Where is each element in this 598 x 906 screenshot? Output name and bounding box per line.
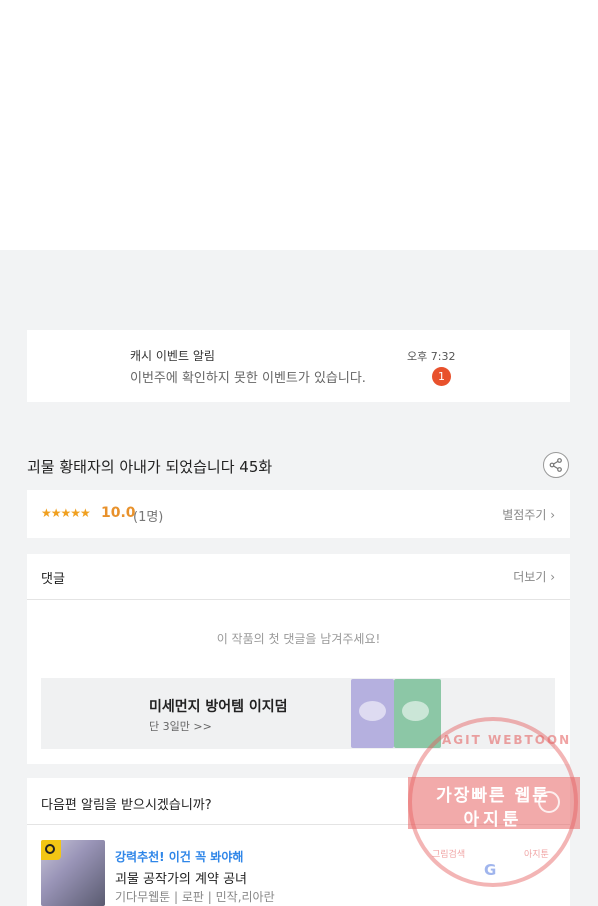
webtoon-thumbnail[interactable] — [41, 840, 105, 906]
episode-title: 괴물 황태자의 아내가 되었습니다 45화 — [27, 458, 273, 476]
divider — [27, 599, 570, 600]
rating-bar: ★★★★★ 10.0 (1명) 별점주기 › — [27, 490, 570, 538]
notification-title: 캐시 이벤트 알림 — [130, 349, 215, 363]
recommended-webtoon-title[interactable]: 괴물 공작가의 계약 공녀 — [115, 868, 247, 887]
comments-more-link[interactable]: 더보기 › — [513, 568, 555, 585]
share-icon[interactable] — [543, 452, 569, 478]
rating-count: (1명) — [133, 510, 164, 525]
watermark-arc-text: AGIT WEBTOON — [442, 733, 572, 747]
clock-icon — [41, 840, 61, 860]
notification-time: 오후 7:32 — [407, 350, 456, 363]
watermark-bottom-left: 그림검색 — [432, 850, 466, 860]
star-rating-icon: ★★★★★ — [41, 506, 91, 520]
ad-product-image — [394, 679, 441, 748]
next-alert-question: 다음편 알림을 받으시겠습니까? — [41, 798, 212, 813]
watermark-bottom-right: 아지툰 — [524, 850, 549, 860]
notification-message: 이번주에 확인하지 못한 이벤트가 있습니다. — [130, 371, 366, 386]
watermark-stamp: AGIT WEBTOON 가장빠른 웹툰 아지툰 그림검색 아지툰 G — [408, 717, 580, 887]
ad-title: 미세먼지 방어템 이지덤 — [149, 699, 288, 715]
content-area-blank — [0, 0, 598, 250]
ad-subtitle: 단 3일만 >> — [149, 720, 212, 733]
webtoon-meta: 기다무웹툰 | 로판 | 민작,리아란 — [115, 890, 275, 904]
notification-count-badge: 1 — [432, 367, 451, 386]
recommend-label: 강력추천! 이건 꼭 봐야해 — [115, 850, 244, 864]
comments-empty-message: 이 작품의 첫 댓글을 남겨주세요! — [216, 632, 381, 646]
google-logo-icon: G — [484, 861, 497, 879]
event-notification[interactable]: 캐시 이벤트 알림 이번주에 확인하지 못한 이벤트가 있습니다. 오후 7:3… — [27, 330, 570, 402]
rate-button[interactable]: 별점주기 › — [502, 506, 555, 523]
comments-header: 댓글 — [41, 572, 65, 587]
ad-product-image — [351, 679, 394, 748]
rating-score: 10.0 — [101, 505, 136, 521]
bell-icon[interactable] — [538, 791, 560, 813]
